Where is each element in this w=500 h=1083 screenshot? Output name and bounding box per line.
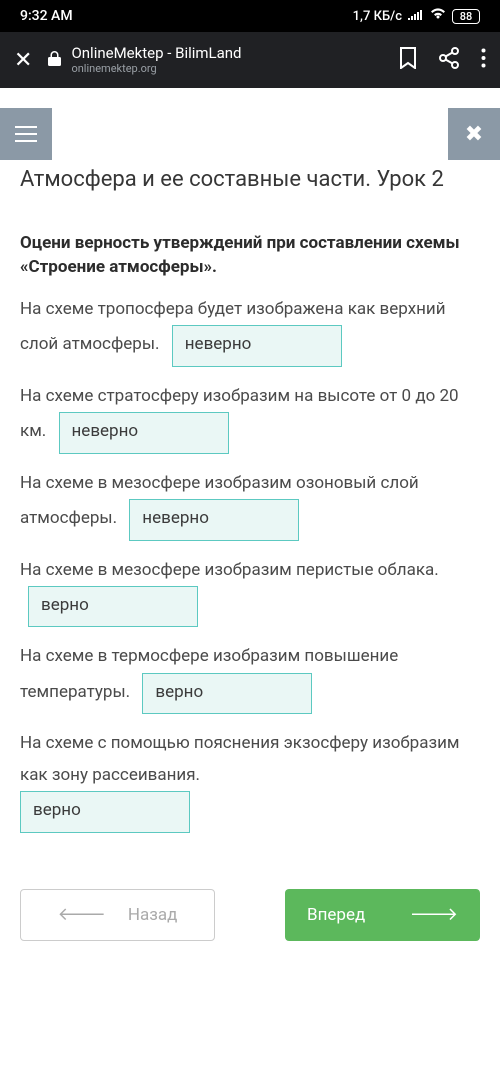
- answer-box[interactable]: верно: [142, 673, 312, 714]
- page-content: ✖ Атмосфера и ее составные части. Урок 2…: [0, 88, 500, 1083]
- task-row: На схеме стратосферу изобразим на высоте…: [20, 381, 480, 454]
- arrow-right-icon: 🡒: [410, 904, 458, 925]
- task-row: На схеме в мезосфере изобразим озоновый …: [20, 468, 480, 541]
- close-panel-button[interactable]: ✖: [448, 108, 500, 160]
- browser-bar: ✕ OnlineMektep - BilimLand onlinemektep.…: [0, 32, 500, 88]
- lock-icon: [48, 51, 61, 70]
- browser-domain: onlinemektep.org: [71, 62, 241, 75]
- answer-box[interactable]: верно: [20, 791, 190, 832]
- status-data: 1,7 КБ/с: [353, 9, 402, 24]
- signal-icon: [408, 8, 424, 24]
- instruction-text: Оцени верность утверждений при составлен…: [20, 231, 480, 280]
- task-text: На схеме в мезосфере изобразим перистые …: [20, 560, 439, 580]
- status-bar: 9:32 AM 1,7 КБ/с 88: [0, 0, 500, 32]
- bookmark-icon[interactable]: [399, 47, 417, 74]
- answer-box[interactable]: неверно: [129, 499, 299, 540]
- close-icon[interactable]: ✕: [14, 48, 32, 73]
- task-row: На схеме с помощью пояснения экзосферу и…: [20, 728, 480, 832]
- browser-title: OnlineMektep - BilimLand: [71, 44, 241, 62]
- forward-label: Вперед: [307, 905, 365, 925]
- share-icon[interactable]: [439, 47, 459, 74]
- answer-box[interactable]: неверно: [59, 412, 229, 453]
- task-row: На схеме в мезосфере изобразим перистые …: [20, 555, 480, 628]
- page-title: Атмосфера и ее составные части. Урок 2: [20, 166, 480, 195]
- status-time: 9:32 AM: [20, 8, 73, 24]
- arrow-left-icon: 🡐: [58, 904, 106, 925]
- back-label: Назад: [128, 905, 178, 925]
- task-text: На схеме с помощью пояснения экзосферу и…: [20, 733, 460, 784]
- back-button[interactable]: 🡐 Назад: [20, 889, 215, 941]
- menu-button[interactable]: [0, 108, 52, 160]
- battery-indicator: 88: [452, 9, 480, 24]
- answer-box[interactable]: неверно: [172, 325, 342, 366]
- answer-box[interactable]: верно: [28, 586, 198, 627]
- task-row: На схеме в термосфере изобразим повышени…: [20, 641, 480, 714]
- forward-button[interactable]: Вперед 🡒: [285, 889, 480, 941]
- wifi-icon: [430, 8, 446, 24]
- task-row: На схеме тропосфера будет изображена как…: [20, 294, 480, 367]
- more-icon[interactable]: [481, 48, 486, 73]
